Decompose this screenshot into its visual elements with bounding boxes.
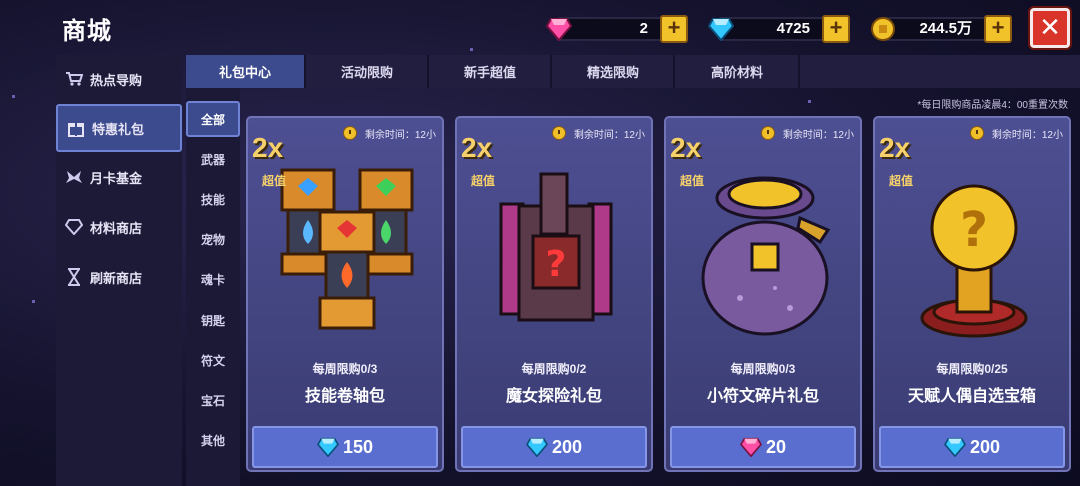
blue-gem-icon (943, 437, 966, 457)
buy-button[interactable]: 150 (252, 426, 438, 468)
sidebar-item-special-packs[interactable]: 特惠礼包 (56, 104, 182, 152)
add-gold-coin-button[interactable]: + (984, 15, 1012, 43)
cart-icon (64, 69, 84, 89)
clock-icon (342, 126, 357, 140)
sidebar-item-label: 材料商店 (90, 220, 143, 236)
pink-gem-icon (544, 14, 574, 44)
sidebar-item-label: 热点导购 (90, 72, 143, 88)
price: 20 (765, 436, 787, 457)
sidebar-item-label: 月卡基金 (90, 170, 143, 186)
price: 200 (551, 436, 583, 457)
timer: 剩余时间：12小 (969, 124, 1063, 142)
star-decoration (470, 48, 473, 51)
close-button[interactable]: ✕ (1030, 8, 1070, 48)
subcategory-runes[interactable]: 符文 (186, 342, 240, 378)
sidebar-item-refresh-shop[interactable]: 刷新商店 (56, 253, 182, 301)
product-name: 技能卷轴包 (304, 388, 385, 405)
value-tag: 超值 (889, 174, 914, 188)
purchase-limit: 每周限购0/25 (936, 362, 1008, 376)
timer: 剩余时间：12小 (342, 124, 436, 142)
multiplier-badge: 2x (461, 132, 493, 163)
sidebar: 热点导购 特惠礼包 月卡基金 材料商店 刷新商店 (56, 55, 182, 486)
timer-text: 剩余时间：12小 (573, 129, 645, 141)
reset-note: *每日限购商品凌晨4：00重置次数 (917, 100, 1068, 111)
tab-bar: 礼包中心 活动限购 新手超值 精选限购 高阶材料 (186, 55, 1080, 88)
page-title: 商城 (62, 18, 112, 45)
subcategory-list: 全部 武器 技能 宠物 魂卡 钥匙 符文 宝石 其他 (186, 88, 240, 486)
sidebar-item-monthly-card[interactable]: 月卡基金 (56, 153, 182, 201)
multiplier-badge: 2x (670, 132, 702, 163)
skill-scroll-pack-image (262, 158, 432, 348)
buy-button[interactable]: 20 (670, 426, 856, 468)
value-tag: 超值 (471, 174, 496, 188)
purchase-limit: 每周限购0/3 (730, 362, 796, 376)
timer-text: 剩余时间：12小 (364, 129, 436, 141)
sidebar-item-label: 刷新商店 (90, 270, 143, 286)
gold-coin-icon (868, 14, 898, 44)
subcategory-other[interactable]: 其他 (186, 422, 240, 458)
gift-icon (66, 118, 86, 138)
buy-button[interactable]: 200 (461, 426, 647, 468)
add-blue-gem-button[interactable]: + (822, 15, 850, 43)
product-name: 小符文碎片礼包 (706, 388, 819, 405)
subcategory-keys[interactable]: 钥匙 (186, 302, 240, 338)
star-decoration (32, 300, 35, 303)
pink-gem-icon (739, 437, 762, 457)
price: 150 (342, 436, 374, 457)
gem-stack-icon (64, 217, 84, 237)
subcategory-pets[interactable]: 宠物 (186, 221, 240, 257)
subcategory-soul-cards[interactable]: 魂卡 (186, 261, 240, 297)
product-card[interactable]: 剩余时间：12小 2x 超值 每周限购0/3 技能卷轴包 150 (246, 116, 444, 472)
clock-icon (969, 126, 984, 140)
talent-doll-chest-image: ? (889, 158, 1059, 348)
witch-adventure-pack-image: ? (471, 158, 641, 348)
price: 200 (969, 436, 1001, 457)
multiplier-badge: 2x (252, 132, 284, 163)
subcategory-skills[interactable]: 技能 (186, 181, 240, 217)
blue-gem-currency: 4725 + (706, 14, 852, 44)
product-name: 魔女探险礼包 (505, 388, 602, 405)
star-decoration (808, 100, 811, 103)
timer: 剩余时间：12小 (760, 124, 854, 142)
blue-gem-icon (706, 14, 736, 44)
timer: 剩余时间：12小 (551, 124, 645, 142)
value-tag: 超值 (262, 174, 287, 188)
subcategory-weapons[interactable]: 武器 (186, 141, 240, 177)
hourglass-icon (64, 267, 84, 287)
wings-icon (64, 167, 84, 187)
tab-gift-center[interactable]: 礼包中心 (186, 55, 306, 88)
timer-text: 剩余时间：12小 (991, 129, 1063, 141)
timer-text: 剩余时间：12小 (782, 129, 854, 141)
tab-featured-limited[interactable]: 精选限购 (553, 55, 675, 88)
tab-advanced-materials[interactable]: 高阶材料 (676, 55, 800, 88)
clock-icon (760, 126, 775, 140)
tab-event-limited[interactable]: 活动限购 (307, 55, 429, 88)
product-name: 天赋人偶自选宝箱 (907, 388, 1036, 405)
value-tag: 超值 (680, 174, 705, 188)
sidebar-item-material-shop[interactable]: 材料商店 (56, 203, 182, 251)
product-card[interactable]: 剩余时间：12小 ? 2x 超值 每周限购0/25 天赋人偶自选宝箱 200 (873, 116, 1071, 472)
product-card[interactable]: 剩余时间：12小 ? 2x 超值 每周限购0/2 魔女探险礼包 200 (455, 116, 653, 472)
buy-button[interactable]: 200 (879, 426, 1065, 468)
gold-coin-currency: 244.5万 + (868, 14, 1014, 44)
sidebar-item-label: 特惠礼包 (92, 121, 145, 137)
blue-gem-icon (316, 437, 339, 457)
pink-gem-currency: 2 + (544, 14, 690, 44)
sidebar-item-hot[interactable]: 热点导购 (56, 55, 182, 103)
star-decoration (12, 95, 15, 98)
svg-text:?: ? (960, 202, 988, 258)
purchase-limit: 每周限购0/2 (521, 362, 587, 376)
subcategory-all[interactable]: 全部 (186, 101, 240, 137)
add-pink-gem-button[interactable]: + (660, 15, 688, 43)
product-card[interactable]: 剩余时间：12小 2x 超值 每周限购0/3 小符文碎片礼包 20 (664, 116, 862, 472)
blue-gem-icon (525, 437, 548, 457)
tab-newbie-value[interactable]: 新手超值 (430, 55, 552, 88)
rune-fragment-bag-image (680, 158, 850, 348)
subcategory-gems[interactable]: 宝石 (186, 382, 240, 418)
clock-icon (551, 126, 566, 140)
svg-text:?: ? (546, 244, 567, 285)
multiplier-badge: 2x (879, 132, 911, 163)
purchase-limit: 每周限购0/3 (312, 362, 378, 376)
